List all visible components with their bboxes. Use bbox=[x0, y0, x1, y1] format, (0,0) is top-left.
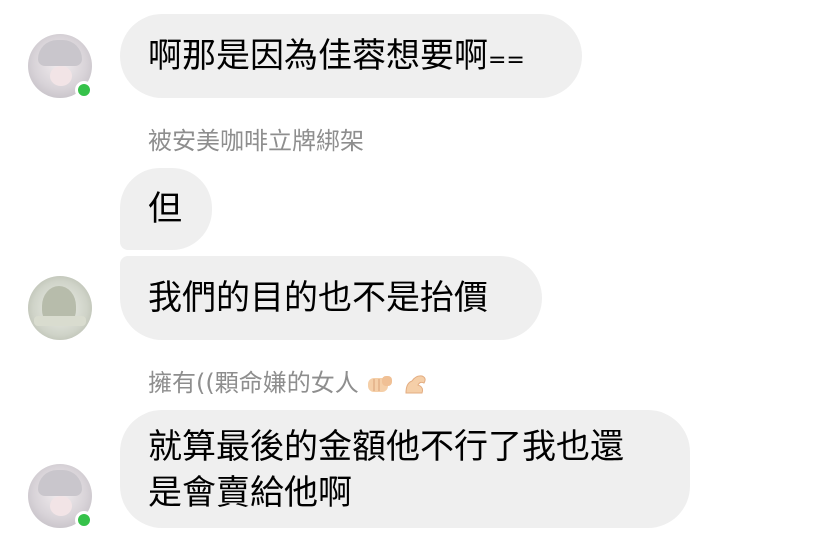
message-text: 我們的目的也不是抬價 bbox=[148, 278, 488, 318]
avatar[interactable] bbox=[28, 276, 92, 340]
sender-name: 被安美咖啡立牌綁架 bbox=[148, 127, 364, 155]
message-bubble[interactable]: 我們的目的也不是抬價 bbox=[120, 256, 542, 340]
message-bubble[interactable]: 但 bbox=[120, 168, 212, 250]
message-text-line: 就算最後的金額他不行了我也還 bbox=[148, 427, 624, 467]
online-status-dot bbox=[75, 511, 93, 529]
sender-name-text: 擁有((顆命嫌的女人 bbox=[148, 369, 359, 397]
sender-name: 擁有((顆命嫌的女人 bbox=[148, 368, 430, 398]
avatar[interactable] bbox=[28, 34, 93, 99]
message-suffix: == bbox=[488, 48, 525, 73]
avatar[interactable] bbox=[28, 464, 93, 529]
message-text: 但 bbox=[148, 189, 182, 229]
message-bubble[interactable]: 就算最後的金額他不行了我也還 是會賣給他啊 bbox=[120, 410, 690, 528]
flexed-arm-emoji-icon bbox=[405, 375, 426, 394]
previous-message-remnant bbox=[140, 0, 480, 6]
online-status-dot bbox=[75, 81, 93, 99]
fist-emoji-icon bbox=[368, 376, 393, 392]
avatar-image bbox=[28, 276, 92, 340]
message-bubble[interactable]: 啊那是因為佳蓉想要啊== bbox=[120, 14, 582, 98]
message-text-line: 是會賣給他啊 bbox=[148, 473, 352, 513]
message-text: 啊那是因為佳蓉想要啊 bbox=[148, 36, 488, 76]
